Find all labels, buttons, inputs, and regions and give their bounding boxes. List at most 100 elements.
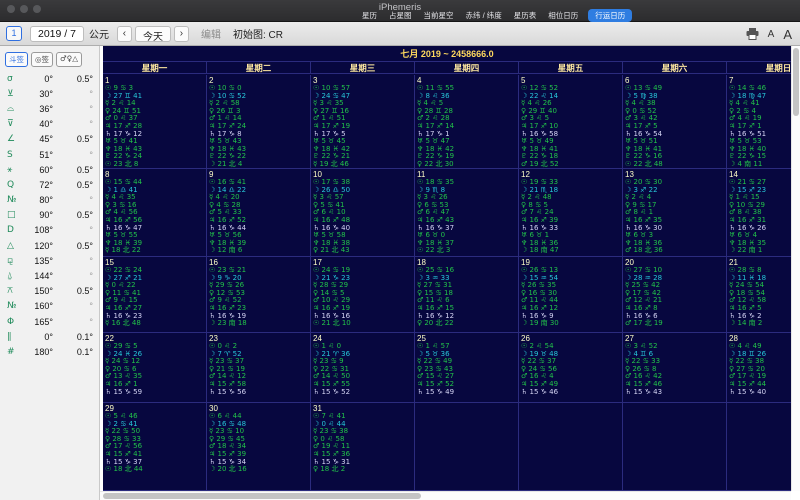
aspect-row[interactable]: ⚻ 150° 0.5°	[0, 284, 99, 299]
day-cell[interactable]: 15 ☉ 22 ♋ 24 ☽ 27 ♐ 21 ☿ 0 ♌ 22 ♀ 11 ♋ 41 ♂ 9…	[103, 257, 207, 333]
aspect-orb[interactable]: °	[59, 301, 93, 311]
day-cell[interactable]: 14 ☉ 21 ♋ 27 ☽ 15 ♐ 23 ☿ 1 ♌ 15 ♀ 10 ♋ 29 ♂ 8…	[727, 169, 791, 257]
aspect-orb[interactable]: °	[59, 317, 93, 327]
aspect-orb[interactable]: 0.5°	[59, 210, 93, 220]
aspect-angle: 90°	[39, 210, 53, 221]
calendar-view-toggle-button[interactable]: 1	[6, 26, 22, 41]
font-increase-button[interactable]: A	[783, 27, 792, 42]
day-cell[interactable]: 13 ☉ 20 ♋ 30 ☽ 3 ♐ 22 ☿ 2 ♌ 4 ♀ 9 ♋ 17 ♂ 8 ♌ …	[623, 169, 727, 257]
aspect-row[interactable]: № 160° °	[0, 299, 99, 314]
aspect-orb[interactable]: °	[59, 89, 93, 99]
aspect-row[interactable]: ⚼ 135° °	[0, 253, 99, 268]
day-cell[interactable]: 12 ☉ 19 ♋ 33 ☽ 21 ♏ 18 ☿ 2 ♌ 48 ♀ 8 ♋ 5 ♂ 7 ♌…	[519, 169, 623, 257]
menu-tab-item[interactable]: 当前星空	[422, 9, 456, 22]
day-cell[interactable]: 25 ☉ 1 ♌ 57 ☽ 5 ♉ 36 ☿ 22 ♋ 49 ♀ 23 ♋ 43 ♂ 15…	[415, 333, 519, 403]
day-cell[interactable]: 26 ☉ 2 ♌ 54 ☽ 19 ♉ 48 ☿ 22 ♋ 37 ♀ 24 ♋ 56 ♂ 1…	[519, 333, 623, 403]
aspect-orb[interactable]: 0.5°	[59, 286, 93, 296]
vertical-scrollbar-thumb[interactable]	[793, 48, 799, 116]
day-cell[interactable]: 30 ☉ 6 ♌ 44 ☽ 16 ♋ 48 ☿ 23 ♋ 10 ♀ 29 ♋ 45 ♂ 1…	[207, 403, 311, 491]
aspect-filter-tab[interactable]: ◎签	[31, 52, 54, 67]
aspect-row[interactable]: σ 0° 0.5°	[0, 71, 99, 86]
initial-chart-label[interactable]: 初始图: CR	[233, 26, 283, 41]
aspect-orb[interactable]: 0.1°	[59, 332, 93, 342]
print-button[interactable]	[746, 28, 759, 40]
aspect-orb[interactable]: 0.5°	[59, 241, 93, 251]
menu-tab-item[interactable]: 赤纬 / 纬度	[464, 9, 504, 22]
horizontal-scrollbar[interactable]	[100, 491, 791, 500]
aspect-angle: 30°	[39, 88, 53, 99]
aspect-filter-tab[interactable]: 斗签	[5, 52, 28, 67]
day-cell[interactable]: 7 ☉ 14 ♋ 46 ☽ 18 ♍ 47 ☿ 4 ♌ 41 ♀ 2 ♋ 4 ♂ 4 ♌ …	[727, 75, 791, 169]
day-cell[interactable]: 29 ☉ 5 ♌ 46 ☽ 2 ♋ 41 ☿ 22 ♋ 50 ♀ 28 ♋ 33 ♂ 17…	[103, 403, 207, 491]
transit-line: ♄ 15 ♑ 59	[105, 387, 143, 396]
day-cell[interactable]: 28 ☉ 4 ♌ 49 ☽ 18 ♊ 26 ☿ 22 ♋ 38 ♀ 27 ♋ 20 ♂ 1…	[727, 333, 791, 403]
day-cell[interactable]: 8 ☉ 15 ♋ 44 ☽ 1 ♎ 41 ☿ 4 ♌ 35 ♀ 3 ♋ 16 ♂ 4 ♌ …	[103, 169, 207, 257]
aspect-row[interactable]: D 108° °	[0, 223, 99, 238]
day-cell[interactable]: 2 ☉ 10 ♋ 0 ☽ 10 ♋ 52 ☿ 2 ♌ 58 ♀ 26 ♊ 3 ♂ 1 ♌ …	[207, 75, 311, 169]
font-decrease-button[interactable]: A	[768, 29, 775, 40]
aspect-row[interactable]: ⊽ 40° °	[0, 117, 99, 132]
menu-tab-item[interactable]: 占星图	[387, 9, 414, 22]
day-cell[interactable]: 4 ☉ 11 ♋ 55 ☽ 8 ♌ 36 ☿ 4 ♌ 5 ♀ 28 ♊ 28 ♂ 2 ♌ …	[415, 75, 519, 169]
aspect-row[interactable]: Φ 165° °	[0, 314, 99, 329]
day-cell[interactable]: 17 ☉ 24 ♋ 19 ☽ 21 ♑ 23 ☿ 28 ♋ 29 ♀ 14 ♋ 5 ♂ 1…	[311, 257, 415, 333]
aspect-row[interactable]: ⚹ 60° 0.5°	[0, 162, 99, 177]
today-button[interactable]: 今天	[134, 25, 171, 43]
day-cell[interactable]: 6 ☉ 13 ♋ 49 ☽ 5 ♍ 38 ☿ 4 ♌ 38 ♀ 0 ♋ 52 ♂ 3 ♌ …	[623, 75, 727, 169]
aspect-row[interactable]: S 51° °	[0, 147, 99, 162]
day-cell[interactable]: 23 ☉ 0 ♌ 2 ☽ 7 ♈ 52 ☿ 23 ♋ 37 ♀ 21 ♋ 19 ♂ 14 …	[207, 333, 311, 403]
day-cell[interactable]: 24 ☉ 1 ♌ 0 ☽ 21 ♈ 36 ☿ 23 ♋ 9 ♀ 22 ♋ 31 ♂ 14 …	[311, 333, 415, 403]
date-field[interactable]: 2019 / 7	[30, 25, 84, 42]
aspect-orb[interactable]: °	[59, 271, 93, 281]
edit-button[interactable]: 编辑	[201, 26, 221, 41]
day-cell[interactable]: 3 ☉ 10 ♋ 57 ☽ 24 ♋ 47 ☿ 3 ♌ 35 ♀ 27 ♊ 16 ♂ 1 …	[311, 75, 415, 169]
aspect-row[interactable]: Q 72° 0.5°	[0, 177, 99, 192]
day-cell[interactable]: 19 ☉ 26 ♋ 13 ☽ 15 ♒ 54 ☿ 26 ♋ 35 ♀ 16 ♋ 30 ♂ …	[519, 257, 623, 333]
day-cell[interactable]: 11 ☉ 18 ♋ 35 ☽ 9 ♏ 8 ☿ 3 ♌ 26 ♀ 6 ♋ 53 ♂ 6 ♌ …	[415, 169, 519, 257]
aspect-orb[interactable]: °	[59, 150, 93, 160]
prev-month-button[interactable]: ‹	[116, 25, 132, 42]
day-cell[interactable]: 5 ☉ 12 ♋ 52 ☽ 22 ♌ 14 ☿ 4 ♌ 26 ♀ 29 ♊ 40 ♂ 3 …	[519, 75, 623, 169]
aspect-row[interactable]: ⍙ 144° °	[0, 268, 99, 283]
aspect-orb[interactable]: °	[59, 195, 93, 205]
horizontal-scrollbar-thumb[interactable]	[103, 493, 421, 499]
day-cell[interactable]: 1 ☉ 9 ♋ 3 ☽ 27 ♊ 41 ☿ 2 ♌ 14 ♀ 24 ♊ 51 ♂ 0 ♌ …	[103, 75, 207, 169]
aspect-orb[interactable]: 0.1°	[59, 347, 93, 357]
aspect-row[interactable]: ∥ 0° 0.1°	[0, 329, 99, 344]
aspect-row[interactable]: □ 90° 0.5°	[0, 208, 99, 223]
aspect-filter-tab[interactable]: ♂♀△	[56, 52, 83, 67]
day-cell[interactable]: 22 ☉ 29 ♋ 5 ☽ 24 ♓ 26 ☿ 24 ♋ 12 ♀ 20 ♋ 6 ♂ 13…	[103, 333, 207, 403]
menu-tab-active[interactable]: 行运日历	[588, 9, 633, 22]
aspect-orb[interactable]: °	[59, 225, 93, 235]
vertical-scrollbar[interactable]	[791, 46, 800, 491]
day-cell[interactable]: 10 ☉ 17 ♋ 38 ☽ 26 ♎ 50 ☿ 3 ♌ 57 ♀ 5 ♋ 41 ♂ 6 …	[311, 169, 415, 257]
day-cell[interactable]: 27 ☉ 3 ♌ 52 ☽ 4 ♊ 6 ☿ 22 ♋ 33 ♀ 26 ♋ 8 ♂ 16 ♌…	[623, 333, 727, 403]
aspect-orb[interactable]: 0.5°	[59, 134, 93, 144]
aspect-orb[interactable]: 0.5°	[59, 74, 93, 84]
aspect-row[interactable]: #180° 0.1°	[0, 344, 99, 359]
aspect-orb[interactable]: 0.5°	[59, 165, 93, 175]
aspect-row[interactable]: ⊻ 30° °	[0, 86, 99, 101]
aspect-orb[interactable]: °	[59, 119, 93, 129]
transit-line: ♄ 15 ♑ 49	[417, 387, 455, 396]
day-cell[interactable]: 31 ☉ 7 ♌ 41 ☽ 0 ♌ 44 ☿ 23 ♋ 38 ♀ 0 ♌ 58 ♂ 19 …	[311, 403, 415, 491]
aspect-row[interactable]: △ 120° 0.5°	[0, 238, 99, 253]
aspect-row[interactable]: № 80° °	[0, 193, 99, 208]
day-cell[interactable]: 9 ☉ 16 ♋ 41 ☽ 14 ♎ 22 ☿ 4 ♌ 20 ♀ 4 ♋ 28 ♂ 5 ♌…	[207, 169, 311, 257]
aspect-row[interactable]: ⌓ 36° °	[0, 101, 99, 116]
next-month-button[interactable]: ›	[173, 25, 189, 42]
titlebar: iPhemeris 星历 占星图 当前星空 赤纬 / 纬度 星历表 相位日历 行运日历	[0, 0, 800, 22]
aspect-orb[interactable]: °	[59, 256, 93, 266]
day-cell[interactable]: 21 ☉ 28 ♋ 8 ☽ 11 ♓ 18 ☿ 24 ♋ 54 ♀ 18 ♋ 54 ♂ 1…	[727, 257, 791, 333]
menu-tab-item[interactable]: 星历	[360, 9, 379, 22]
day-cell[interactable]: 20 ☉ 27 ♋ 10 ☽ 28 ♒ 28 ☿ 25 ♋ 42 ♀ 17 ♋ 42 ♂ …	[623, 257, 727, 333]
aspect-orb[interactable]: 0.5°	[59, 180, 93, 190]
day-cell[interactable]: 18 ☉ 25 ♋ 16 ☽ 3 ♒ 33 ☿ 27 ♋ 31 ♀ 15 ♋ 18 ♂ 1…	[415, 257, 519, 333]
aspect-symbol-icon: ⊻	[7, 88, 14, 99]
day-cell[interactable]: 16 ☉ 23 ♋ 21 ☽ 9 ♑ 20 ☿ 29 ♋ 26 ♀ 12 ♋ 53 ♂ 9…	[207, 257, 311, 333]
menu-tab-item[interactable]: 相位日历	[546, 9, 580, 22]
menu-tab-item[interactable]: 星历表	[512, 9, 539, 22]
aspect-row[interactable]: ∠ 45° 0.5°	[0, 132, 99, 147]
aspect-orb[interactable]: °	[59, 104, 93, 114]
aspect-angle: 60°	[39, 164, 53, 175]
